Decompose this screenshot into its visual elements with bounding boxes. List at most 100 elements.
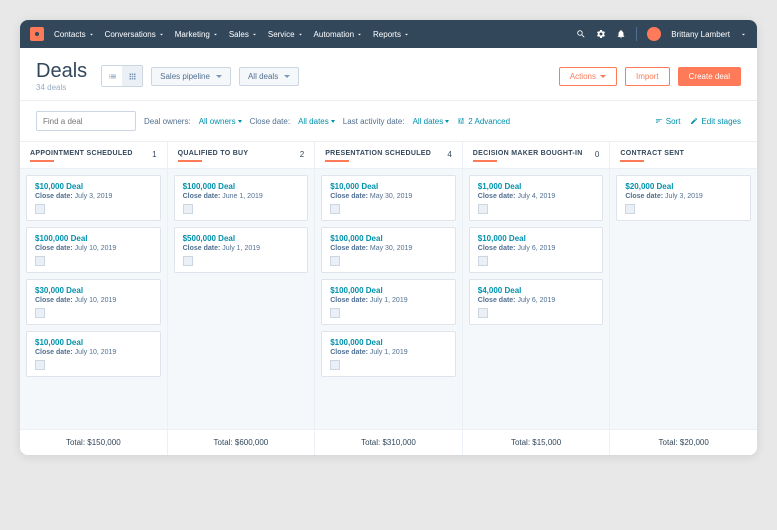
deal-card[interactable]: $100,000 DealClose date: July 10, 2019 bbox=[26, 227, 161, 273]
chevron-down-icon bbox=[600, 75, 606, 78]
import-button[interactable]: Import bbox=[625, 67, 670, 86]
deal-close-date: Close date: July 1, 2019 bbox=[330, 297, 447, 304]
deal-card[interactable]: $10,000 Deal Close date: May 30, 2019 bbox=[321, 175, 456, 221]
chevron-down-icon bbox=[740, 31, 747, 38]
deal-card[interactable]: $100,000 DealClose date: May 30, 2019 bbox=[321, 227, 456, 273]
task-icon bbox=[35, 204, 45, 214]
chevron-down-icon bbox=[331, 120, 335, 123]
nav-item[interactable]: Conversations bbox=[105, 30, 165, 39]
actions-button[interactable]: Actions bbox=[559, 67, 617, 86]
deal-card[interactable]: $500,000 DealClose date: July 1, 2019 bbox=[174, 227, 309, 273]
board-column: APPOINTMENT SCHEDULED1$10,000 DealClose … bbox=[20, 142, 168, 455]
column-body: $1,000 DealClose date: July 4, 2019 $10,0… bbox=[463, 169, 610, 429]
task-icon bbox=[625, 204, 635, 214]
deal-card[interactable]: $10,000 DealClose date: July 10, 2019 bbox=[26, 331, 161, 377]
chevron-down-icon bbox=[88, 31, 95, 38]
deal-card[interactable]: $100,000 Deal Close date: July 1, 2019 bbox=[321, 279, 456, 325]
gear-icon[interactable] bbox=[596, 29, 606, 39]
column-underline bbox=[30, 160, 54, 162]
activity-date-filter[interactable]: All dates bbox=[413, 117, 450, 126]
chevron-down-icon bbox=[445, 120, 449, 123]
deal-card[interactable]: $10,000 DealClose date: July 3, 2019 bbox=[26, 175, 161, 221]
search-input[interactable] bbox=[43, 117, 153, 126]
column-title: CONTRACT SENT bbox=[620, 150, 684, 157]
deal-title: $100,000 Deal bbox=[330, 338, 447, 347]
deal-card[interactable]: $1,000 DealClose date: July 4, 2019 bbox=[469, 175, 604, 221]
deal-card[interactable]: $10,000 DealClose date: July 6, 2019 bbox=[469, 227, 604, 273]
deal-title: $500,000 Deal bbox=[183, 234, 300, 243]
bell-icon[interactable] bbox=[616, 29, 626, 39]
list-view-button[interactable] bbox=[102, 66, 122, 86]
sort-link[interactable]: Sort bbox=[655, 117, 681, 126]
search-input-wrapper[interactable] bbox=[36, 111, 136, 131]
nav-item[interactable]: Automation bbox=[314, 30, 363, 39]
task-icon bbox=[330, 204, 340, 214]
title-block: Deals 34 deals bbox=[36, 60, 87, 92]
task-icon bbox=[478, 204, 488, 214]
pencil-icon bbox=[690, 117, 698, 125]
deal-title: $10,000 Deal bbox=[330, 182, 447, 191]
deals-filter-select[interactable]: All deals bbox=[239, 67, 299, 86]
page-subtitle: 34 deals bbox=[36, 83, 87, 92]
nav-item[interactable]: Service bbox=[268, 30, 304, 39]
nav-item[interactable]: Contacts bbox=[54, 30, 95, 39]
close-date-filter[interactable]: All dates bbox=[298, 117, 335, 126]
chevron-down-icon bbox=[356, 31, 363, 38]
create-deal-button[interactable]: Create deal bbox=[678, 67, 741, 86]
column-underline bbox=[473, 160, 497, 162]
user-name[interactable]: Brittany Lambert bbox=[671, 30, 730, 39]
deals-filter-label: All deals bbox=[248, 72, 278, 81]
task-icon bbox=[330, 256, 340, 266]
column-body: $20,000 DealClose date: July 3, 2019 bbox=[610, 169, 757, 429]
owners-filter[interactable]: All owners bbox=[199, 117, 242, 126]
search-icon[interactable] bbox=[576, 29, 586, 39]
column-title: QUALIFIED TO BUY bbox=[178, 150, 249, 157]
deal-card[interactable]: $100,000 Deal Close date: July 1, 2019 bbox=[321, 331, 456, 377]
nav-item[interactable]: Sales bbox=[229, 30, 258, 39]
nav-right: Brittany Lambert bbox=[576, 27, 747, 41]
page-title: Deals bbox=[36, 60, 87, 83]
deal-close-date: Close date: July 10, 2019 bbox=[35, 297, 152, 304]
column-total: Total: $15,000 bbox=[463, 429, 610, 455]
chevron-down-icon bbox=[212, 31, 219, 38]
deal-card[interactable]: $100,000 DealClose date: June 1, 2019 bbox=[174, 175, 309, 221]
deal-close-date: Close date: May 30, 2019 bbox=[330, 193, 447, 200]
board-view-button[interactable] bbox=[122, 66, 142, 86]
task-icon bbox=[35, 308, 45, 318]
chevron-down-icon bbox=[403, 31, 410, 38]
import-label: Import bbox=[636, 72, 659, 81]
deal-title: $100,000 Deal bbox=[330, 286, 447, 295]
top-navbar: Contacts Conversations Marketing Sales Servi… bbox=[20, 20, 757, 48]
deal-title: $1,000 Deal bbox=[478, 182, 595, 191]
deal-close-date: Close date: July 1, 2019 bbox=[330, 349, 447, 356]
nav-item[interactable]: Reports bbox=[373, 30, 410, 39]
column-count: 1 bbox=[152, 150, 156, 159]
deal-close-date: Close date: July 6, 2019 bbox=[478, 297, 595, 304]
advanced-filters[interactable]: 2 Advanced bbox=[457, 117, 510, 126]
nav-item[interactable]: Marketing bbox=[175, 30, 219, 39]
pipeline-label: Sales pipeline bbox=[160, 72, 210, 81]
deal-close-date: Close date: July 3, 2019 bbox=[625, 193, 742, 200]
column-total: Total: $310,000 bbox=[315, 429, 462, 455]
column-body: $10,000 DealClose date: July 3, 2019 $100… bbox=[20, 169, 167, 429]
deal-card[interactable]: $20,000 DealClose date: July 3, 2019 bbox=[616, 175, 751, 221]
kanban-board: APPOINTMENT SCHEDULED1$10,000 DealClose … bbox=[20, 142, 757, 455]
column-title: DECISION MAKER BOUGHT-IN bbox=[473, 150, 583, 157]
hubspot-logo-icon[interactable] bbox=[30, 27, 44, 41]
deal-close-date: Close date: June 1, 2019 bbox=[183, 193, 300, 200]
activity-date-label: Last activity date: bbox=[343, 117, 405, 126]
task-icon bbox=[183, 256, 193, 266]
avatar[interactable] bbox=[647, 27, 661, 41]
deal-card[interactable]: $30,000 DealClose date: July 10, 2019 bbox=[26, 279, 161, 325]
pipeline-select[interactable]: Sales pipeline bbox=[151, 67, 231, 86]
column-underline bbox=[325, 160, 349, 162]
chevron-down-icon bbox=[251, 31, 258, 38]
actions-label: Actions bbox=[570, 72, 596, 81]
deal-title: $100,000 Deal bbox=[35, 234, 152, 243]
close-date-label: Close date: bbox=[250, 117, 290, 126]
board-column: QUALIFIED TO BUY2$100,000 DealClose date… bbox=[168, 142, 316, 455]
column-header: PRESENTATION SCHEDULED4 bbox=[315, 142, 462, 169]
sort-icon bbox=[655, 117, 663, 125]
deal-card[interactable]: $4,000 DealClose date: July 6, 2019 bbox=[469, 279, 604, 325]
edit-stages-link[interactable]: Edit stages bbox=[690, 117, 741, 126]
